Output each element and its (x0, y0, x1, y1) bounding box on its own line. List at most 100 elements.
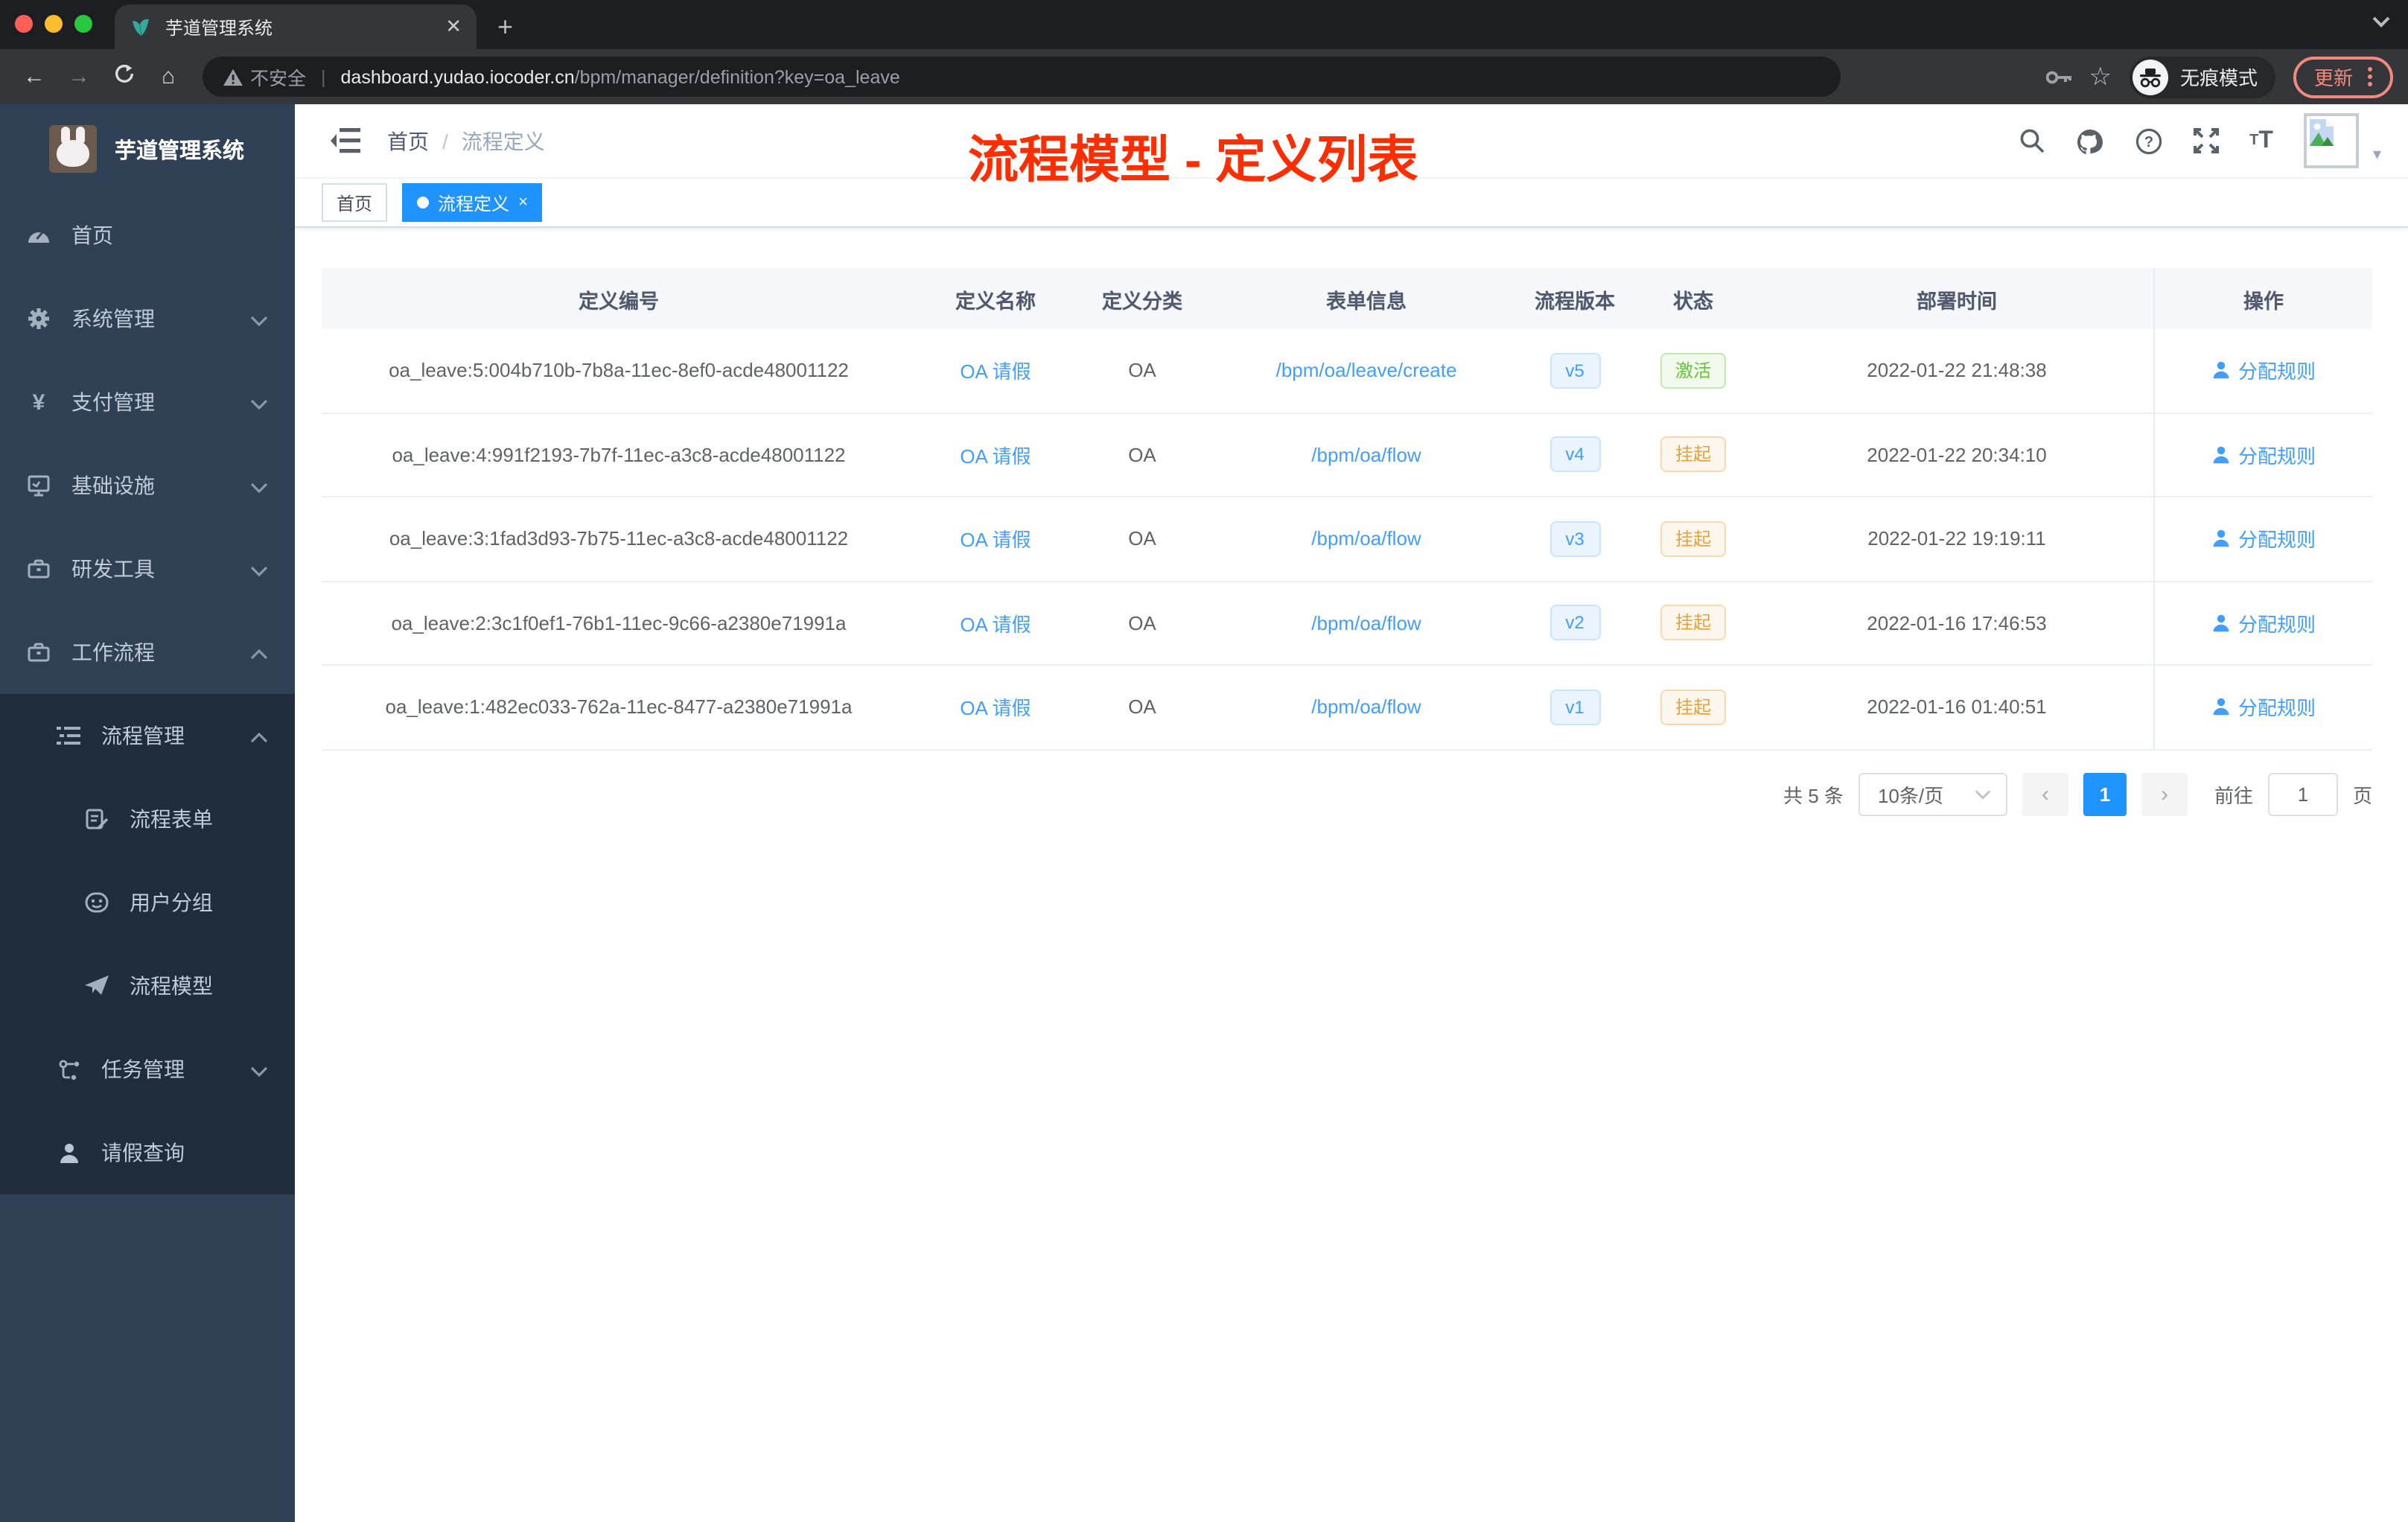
avatar-caret-icon[interactable]: ▾ (2373, 144, 2381, 164)
toolbar-right: ☆ 无痕模式 更新 (2045, 56, 2393, 98)
broken-image-icon (2310, 119, 2334, 146)
sidebar-item-payment[interactable]: ¥ 支付管理 (0, 360, 295, 444)
tab-close-icon[interactable]: ✕ (445, 15, 462, 39)
version-badge: v3 (1549, 520, 1600, 557)
deploy-time: 2022-01-16 01:40:51 (1867, 695, 2047, 719)
goto-page-input[interactable] (2267, 772, 2338, 815)
status-badge: 挂起 (1660, 689, 1726, 725)
update-button[interactable]: 更新 (2293, 56, 2393, 98)
form-link[interactable]: /bpm/oa/flow (1311, 444, 1421, 466)
security-warning[interactable]: 不安全 (223, 63, 306, 91)
sidebar-item-leave-query[interactable]: 请假查询 (0, 1111, 295, 1194)
assign-rule-link[interactable]: 分配规则 (2211, 357, 2316, 385)
pagination: 共 5 条 10条/页 ‹ 1 › 前往 页 (322, 772, 2372, 815)
chevron-down-icon (250, 474, 268, 497)
assign-rule-link[interactable]: 分配规则 (2211, 525, 2316, 553)
help-icon[interactable]: ? (2135, 127, 2162, 154)
search-icon[interactable] (2019, 128, 2044, 153)
sidebar-item-infrastructure[interactable]: 基础设施 (0, 444, 295, 527)
sidebar-item-workflow[interactable]: 工作流程 (0, 611, 295, 694)
definition-name-link[interactable]: OA 请假 (960, 614, 1031, 636)
col-header: 表单信息 (1326, 290, 1407, 312)
app-navbar: 首页 / 流程定义 流程模型 - 定义列表 ? T T ▾ (295, 104, 2408, 189)
definition-name-link[interactable]: OA 请假 (960, 529, 1031, 552)
bookmark-star-icon[interactable]: ☆ (2089, 62, 2112, 92)
home-icon[interactable]: ⌂ (149, 64, 188, 89)
tree-list-icon (57, 724, 80, 748)
col-header: 操作 (2153, 268, 2372, 329)
tag-close-icon[interactable]: × (518, 194, 528, 211)
chevron-up-icon (250, 640, 268, 664)
avatar[interactable] (2304, 113, 2360, 168)
definition-name-link[interactable]: OA 请假 (960, 698, 1031, 720)
sidebar-item-dev-tools[interactable]: 研发工具 (0, 527, 295, 611)
table-row: oa_leave:4:991f2193-7b7f-11ec-a3c8-acde4… (322, 413, 2372, 497)
sidebar-item-process-form[interactable]: 流程表单 (0, 777, 295, 861)
sidebar-item-label: 工作流程 (71, 640, 155, 664)
app-frame: 芋道管理系统 首页 系统管理 ¥ 支付管理 基础设施 研发工具 工作流程 流程管… (0, 104, 2408, 1522)
font-size-icon[interactable]: TT (2249, 127, 2273, 154)
assign-rule-link[interactable]: 分配规则 (2211, 693, 2316, 722)
address-bar[interactable]: 不安全 | dashboard.yudao.iocoder.cn/bpm/man… (203, 57, 1841, 97)
hamburger-icon[interactable] (331, 126, 360, 156)
sidebar-item-home[interactable]: 首页 (0, 194, 295, 277)
definition-category: OA (1128, 359, 1156, 382)
definition-id: oa_leave:2:3c1f0ef1-76b1-11ec-9c66-a2380… (391, 611, 847, 634)
browser-menu-icon[interactable] (2368, 67, 2372, 86)
tag-process-definition[interactable]: 流程定义 × (402, 183, 543, 222)
sidebar-item-process-model[interactable]: 流程模型 (0, 944, 295, 1028)
definition-category: OA (1128, 611, 1156, 634)
prev-page-button[interactable]: ‹ (2022, 772, 2068, 815)
page-size-select[interactable]: 10条/页 (1858, 772, 2007, 815)
breadcrumb-home[interactable]: 首页 (387, 126, 429, 156)
form-link[interactable]: /bpm/oa/flow (1311, 528, 1421, 550)
maximize-window-button[interactable] (74, 15, 92, 33)
flow-icon (57, 1057, 80, 1081)
url-text: dashboard.yudao.iocoder.cn/bpm/manager/d… (341, 66, 900, 87)
sidebar-item-label: 流程表单 (130, 807, 213, 831)
reload-icon[interactable] (104, 63, 143, 91)
fullscreen-icon[interactable] (2193, 128, 2219, 153)
next-page-button[interactable]: › (2141, 772, 2188, 815)
breadcrumb-separator: / (442, 129, 448, 153)
form-link[interactable]: /bpm/oa/leave/create (1276, 360, 1457, 382)
sidebar-item-label: 请假查询 (101, 1141, 185, 1165)
sidebar-item-system[interactable]: 系统管理 (0, 277, 295, 360)
minimize-window-button[interactable] (45, 15, 63, 33)
back-icon[interactable]: ← (15, 64, 54, 89)
sidebar-item-user-group[interactable]: 用户分组 (0, 861, 295, 944)
sidebar-item-process-management[interactable]: 流程管理 (0, 694, 295, 777)
deploy-time: 2022-01-22 21:48:38 (1867, 359, 2047, 382)
close-window-button[interactable] (15, 15, 33, 33)
version-badge: v1 (1549, 689, 1600, 725)
toolbox-icon (27, 640, 51, 664)
incognito-badge: 无痕模式 (2129, 56, 2275, 98)
form-link[interactable]: /bpm/oa/flow (1311, 612, 1421, 634)
forward-icon[interactable]: → (60, 64, 98, 89)
new-tab-button[interactable]: + (497, 4, 513, 49)
breadcrumb-current: 流程定义 (461, 129, 545, 153)
tag-home[interactable]: 首页 (322, 183, 388, 222)
sidebar-item-label: 流程模型 (130, 974, 213, 998)
table-row: oa_leave:3:1fad3d93-7b75-11ec-a3c8-acde4… (322, 497, 2372, 582)
incognito-label: 无痕模式 (2179, 67, 2258, 89)
version-badge: v2 (1549, 605, 1600, 641)
person-icon (2213, 530, 2229, 547)
col-header: 定义分类 (1102, 290, 1182, 312)
sidebar-item-label: 首页 (71, 223, 113, 247)
assign-rule-link[interactable]: 分配规则 (2211, 609, 2316, 637)
deploy-time: 2022-01-22 19:19:11 (1867, 527, 2046, 550)
chevron-up-icon (250, 724, 268, 748)
sidebar-item-task-management[interactable]: 任务管理 (0, 1028, 295, 1111)
definition-name-link[interactable]: OA 请假 (960, 361, 1031, 383)
browser-tab[interactable]: 芋道管理系统 ✕ (115, 4, 477, 49)
current-page-button[interactable]: 1 (2083, 772, 2127, 815)
github-icon[interactable] (2075, 127, 2103, 154)
key-icon[interactable] (2045, 65, 2071, 89)
monitor-icon (27, 474, 51, 497)
assign-rule-link[interactable]: 分配规则 (2211, 441, 2316, 469)
form-link[interactable]: /bpm/oa/flow (1311, 696, 1421, 719)
tab-search-chevron-icon[interactable] (2372, 12, 2390, 33)
sidebar-header[interactable]: 芋道管理系统 (0, 104, 295, 194)
definition-name-link[interactable]: OA 请假 (960, 445, 1031, 468)
